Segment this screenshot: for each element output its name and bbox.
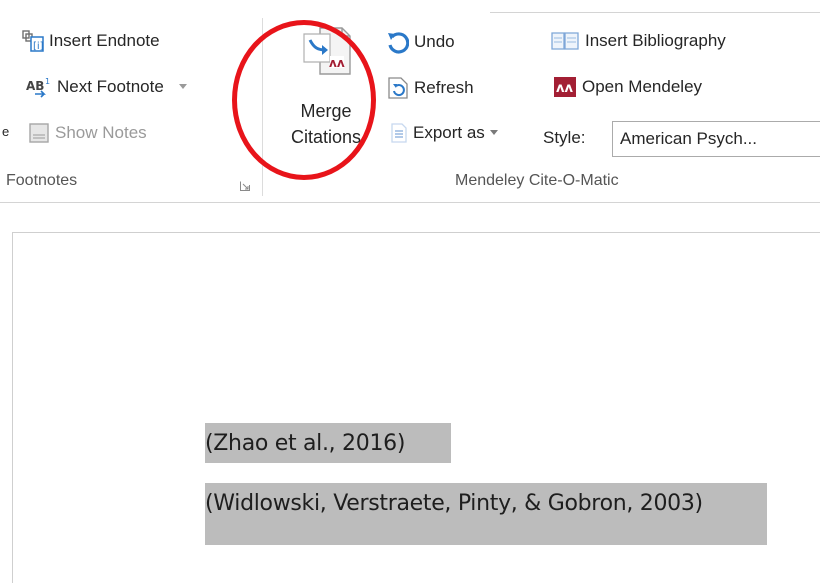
- insert-endnote-label: Insert Endnote: [49, 31, 160, 50]
- style-label: Style:: [543, 128, 586, 147]
- show-notes-label: Show Notes: [55, 123, 147, 142]
- undo-icon: [385, 30, 409, 54]
- export-as-label: Export as: [413, 123, 485, 142]
- refresh-icon: [387, 76, 409, 100]
- next-footnote-button[interactable]: AB 1 Next Footnote: [26, 76, 187, 98]
- mendeley-group-label: Mendeley Cite-O-Matic: [455, 172, 619, 189]
- refresh-button[interactable]: Refresh: [387, 76, 474, 100]
- next-footnote-icon: AB 1: [26, 76, 52, 98]
- bibliography-icon: [550, 30, 580, 52]
- open-mendeley-button[interactable]: ʌʌ Open Mendeley: [553, 76, 702, 98]
- export-as-button[interactable]: Export as: [388, 122, 498, 144]
- citation-style-select[interactable]: American Psych...: [612, 121, 820, 157]
- merge-citations-label: Merge Citations: [291, 98, 361, 150]
- show-notes-button[interactable]: Show Notes: [28, 122, 147, 144]
- dialog-launcher-icon[interactable]: [240, 178, 250, 191]
- undo-button[interactable]: Undo: [385, 30, 455, 54]
- insert-bibliography-label: Insert Bibliography: [585, 31, 726, 50]
- group-separator: [262, 18, 263, 196]
- refresh-label: Refresh: [414, 78, 474, 97]
- next-footnote-dropdown-icon[interactable]: [178, 84, 187, 90]
- ribbon: [i] Insert Endnote AB 1 Next Footnote e: [0, 0, 820, 203]
- insert-endnote-button[interactable]: [i] Insert Endnote: [22, 30, 160, 52]
- insert-bibliography-button[interactable]: Insert Bibliography: [550, 30, 726, 52]
- export-icon: [388, 122, 408, 144]
- undo-label: Undo: [414, 32, 455, 51]
- endnote-icon: [i]: [22, 30, 44, 52]
- svg-text:[i]: [i]: [33, 41, 44, 52]
- merge-citations-button[interactable]: ʌʌ Merge Citations: [275, 20, 377, 170]
- merge-label-line2: Citations: [290, 127, 362, 147]
- svg-text:1: 1: [45, 77, 50, 86]
- citation-zhao[interactable]: (Zhao et al., 2016): [205, 423, 451, 463]
- svg-text:ʌʌ: ʌʌ: [329, 56, 345, 70]
- citation-widlowski[interactable]: (Widlowski, Verstraete, Pinty, & Gobron,…: [205, 483, 767, 545]
- merge-citations-icon: ʌʌ: [300, 26, 352, 76]
- open-mendeley-label: Open Mendeley: [582, 77, 703, 96]
- document-page[interactable]: (Zhao et al., 2016) (Widlowski, Verstrae…: [12, 232, 820, 583]
- mendeley-icon: ʌʌ: [553, 76, 577, 98]
- tab-row-edge: [490, 0, 820, 13]
- next-footnote-label: Next Footnote: [57, 77, 164, 96]
- export-dropdown-icon[interactable]: [489, 130, 498, 136]
- merge-label-line1: Merge: [300, 101, 352, 121]
- notes-icon: [28, 122, 50, 144]
- svg-text:ʌʌ: ʌʌ: [556, 81, 573, 96]
- footnotes-group-label: Footnotes: [6, 172, 78, 189]
- truncated-label: e: [2, 124, 10, 139]
